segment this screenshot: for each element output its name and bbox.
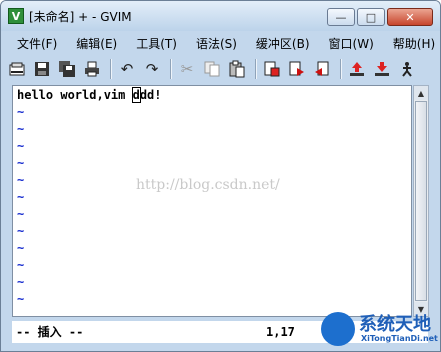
empty-line-tilde: ~	[17, 275, 25, 289]
gvim-app-icon[interactable]: V	[8, 8, 24, 24]
text-cursor: d	[131, 87, 141, 103]
empty-line-tilde: ~	[17, 122, 25, 136]
cursor-position: 1,17	[266, 325, 295, 339]
print-icon[interactable]	[81, 58, 103, 80]
empty-line-tilde: ~	[17, 105, 25, 119]
logo-icon	[321, 312, 355, 346]
vertical-scrollbar[interactable]: ▲ ▼	[413, 85, 429, 317]
editor-line-1: hello world,vim ddd!	[17, 87, 162, 104]
undo-icon[interactable]: ↶	[116, 58, 138, 80]
empty-line-tilde: ~	[17, 190, 25, 204]
empty-line-tilde: ~	[17, 173, 25, 187]
run-script-icon[interactable]	[396, 58, 418, 80]
scroll-up-arrow-icon[interactable]: ▲	[414, 86, 428, 100]
find-next-icon[interactable]	[286, 58, 308, 80]
close-button[interactable]: ✕	[387, 8, 433, 26]
logo-subtitle: XiTongTianDi.net	[361, 334, 438, 343]
find-prev-icon[interactable]	[311, 58, 333, 80]
copy-icon[interactable]	[201, 58, 223, 80]
mode-indicator: -- 插入 --	[16, 325, 84, 339]
empty-line-tilde: ~	[17, 258, 25, 272]
menu-window[interactable]: 窗口(W)	[318, 35, 382, 52]
find-replace-icon[interactable]	[261, 58, 283, 80]
menu-bar: 文件(F) 编辑(E) 工具(T) 语法(S) 缓冲区(B) 窗口(W) 帮助(…	[6, 34, 436, 53]
watermark-text: http://blog.csdn.net/	[136, 177, 280, 193]
empty-line-tilde: ~	[17, 292, 25, 306]
paste-icon[interactable]	[226, 58, 248, 80]
menu-edit[interactable]: 编辑(E)	[65, 35, 125, 52]
title-bar[interactable]: V [未命名] + - GVIM — □ ✕	[1, 1, 440, 31]
toolbar-separator	[255, 59, 257, 79]
redo-icon[interactable]: ↷	[141, 58, 163, 80]
line-text-before-cursor: hello world,vim	[17, 88, 133, 102]
maximize-button[interactable]: □	[357, 8, 385, 26]
text-editor-area[interactable]: hello world,vim ddd! ~ ~ ~ ~ ~ ~ ~ ~ ~ ~…	[12, 85, 412, 317]
toolbar-separator	[340, 59, 342, 79]
open-icon[interactable]	[6, 58, 28, 80]
toolbar-separator	[170, 59, 172, 79]
cut-icon[interactable]: ✂	[176, 58, 198, 80]
empty-line-tilde: ~	[17, 156, 25, 170]
save-session-icon[interactable]	[371, 58, 393, 80]
menu-tools[interactable]: 工具(T)	[125, 35, 185, 52]
gvim-window: V [未命名] + - GVIM — □ ✕ 文件(F) 编辑(E) 工具(T)…	[0, 0, 441, 352]
menu-file[interactable]: 文件(F)	[6, 35, 65, 52]
toolbar-separator	[110, 59, 112, 79]
menu-syntax[interactable]: 语法(S)	[185, 35, 245, 52]
empty-line-tilde: ~	[17, 139, 25, 153]
menu-help[interactable]: 帮助(H)	[382, 35, 441, 52]
window-title: [未命名] + - GVIM	[29, 10, 132, 24]
line-text-after-cursor: dd!	[139, 88, 162, 102]
minimize-button[interactable]: —	[327, 8, 355, 26]
empty-line-tilde: ~	[17, 224, 25, 238]
empty-line-tilde: ~	[17, 241, 25, 255]
menu-buffers[interactable]: 缓冲区(B)	[245, 35, 318, 52]
load-session-icon[interactable]	[346, 58, 368, 80]
save-icon[interactable]	[31, 58, 53, 80]
site-logo: 系统天地 XiTongTianDi.net	[321, 308, 439, 350]
toolbar: ↶ ↷ ✂	[6, 55, 436, 83]
empty-line-tilde: ~	[17, 207, 25, 221]
save-all-icon[interactable]	[56, 58, 78, 80]
scrollbar-thumb[interactable]	[415, 101, 427, 301]
logo-title: 系统天地	[359, 314, 431, 335]
